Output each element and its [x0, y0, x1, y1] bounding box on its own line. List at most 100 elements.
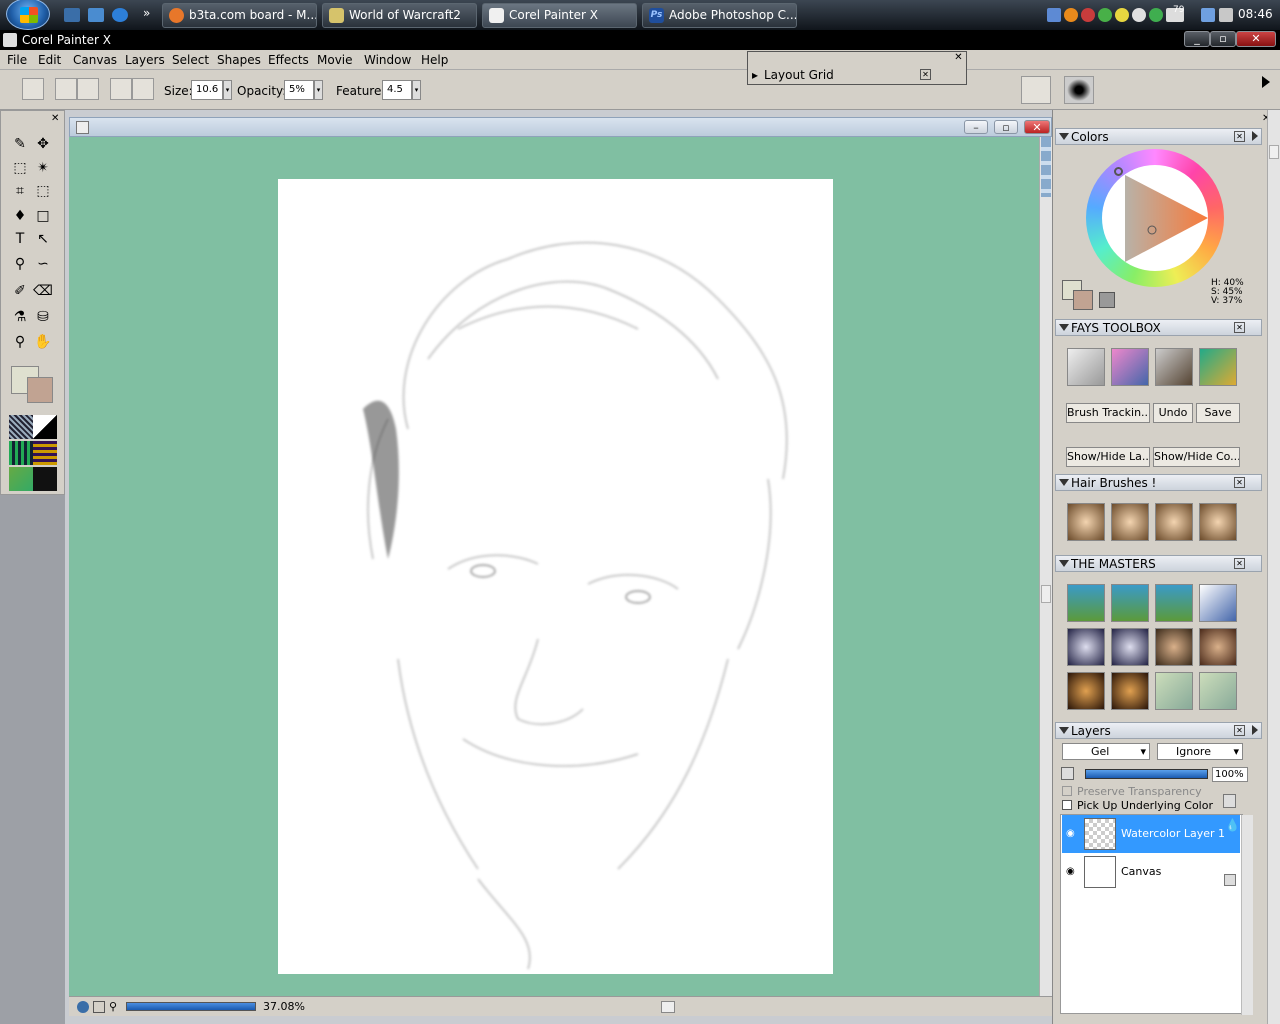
master-sketch-2-icon[interactable]: [1199, 672, 1237, 710]
menu-help[interactable]: Help: [421, 53, 448, 67]
drive-icon[interactable]: [1132, 8, 1146, 22]
start-button[interactable]: [6, 0, 50, 30]
grid-icon[interactable]: [93, 1001, 105, 1013]
stamp-icon[interactable]: [1155, 348, 1193, 386]
gradient-selector-icon[interactable]: [33, 415, 57, 439]
paint-bucket-icon[interactable]: ⛁: [33, 307, 53, 327]
task-firefox-b3ta[interactable]: b3ta.com board - M...: [162, 3, 317, 28]
magnifier-icon[interactable]: ⚲: [10, 332, 30, 352]
dropper-icon[interactable]: ⚗: [10, 307, 30, 327]
menu-select[interactable]: Select: [172, 53, 209, 67]
colors-close-icon[interactable]: ✕: [1234, 131, 1245, 142]
internet-explorer-icon[interactable]: [112, 8, 128, 22]
master-portrait-2-icon[interactable]: [1199, 628, 1237, 666]
eraser-icon[interactable]: ⌫: [33, 281, 53, 301]
magic-wand-icon[interactable]: ✴: [33, 158, 53, 178]
size-dropdown-icon[interactable]: ▾: [223, 80, 232, 100]
scissors-icon[interactable]: ⚲: [10, 254, 30, 274]
hair-brushes-close-icon[interactable]: ✕: [1234, 477, 1245, 488]
feature-field[interactable]: 4.5: [382, 80, 412, 100]
hue-marker[interactable]: [1114, 167, 1123, 176]
task-photoshop[interactable]: Ps Adobe Photoshop C...: [642, 3, 797, 28]
master-rembrandt-1-icon[interactable]: [1067, 672, 1105, 710]
wireless-icon[interactable]: [1201, 8, 1215, 22]
network-icon[interactable]: [1047, 8, 1061, 22]
text-icon[interactable]: T: [10, 229, 30, 249]
layers-menu-icon[interactable]: [1252, 725, 1258, 735]
hair-brushes-header[interactable]: Hair Brushes ! ✕: [1055, 474, 1262, 491]
update-icon[interactable]: [1098, 8, 1112, 22]
rectangle-shape-icon[interactable]: □: [33, 206, 53, 226]
zoom-icon[interactable]: ⚲: [109, 1000, 117, 1013]
menu-layers[interactable]: Layers: [125, 53, 165, 67]
composite-depth-select[interactable]: Ignore ▾: [1157, 743, 1243, 760]
panel-additional-color-swatch[interactable]: [1073, 290, 1093, 310]
colors-menu-icon[interactable]: [1252, 131, 1258, 141]
palettes-scrollbar[interactable]: [1267, 110, 1280, 1024]
layers-scrollbar[interactable]: [1241, 815, 1253, 1015]
menu-movie[interactable]: Movie: [317, 53, 353, 67]
cloner-icon[interactable]: ✐: [10, 281, 30, 301]
save-button[interactable]: Save: [1196, 403, 1240, 423]
clone-color-icon[interactable]: [1099, 292, 1115, 308]
master-swan-1-icon[interactable]: [1067, 628, 1105, 666]
menu-canvas[interactable]: Canvas: [73, 53, 117, 67]
antivirus-icon[interactable]: [1081, 8, 1095, 22]
brush-stamp-icon[interactable]: [77, 78, 99, 100]
layer-row-watercolor[interactable]: ◉ Watercolor Layer 1: [1062, 815, 1240, 853]
layer-row-canvas[interactable]: ◉ Canvas: [1062, 853, 1240, 891]
menu-window[interactable]: Window: [364, 53, 411, 67]
menu-edit[interactable]: Edit: [38, 53, 61, 67]
fays-toolbox-close-icon[interactable]: ✕: [1234, 322, 1245, 333]
master-landscape-3-icon[interactable]: [1155, 584, 1193, 622]
switch-windows-icon[interactable]: [88, 8, 104, 22]
show-hide-colors-button[interactable]: Show/Hide Co...: [1153, 447, 1240, 467]
colors-panel-header[interactable]: Colors ✕: [1055, 128, 1262, 145]
lock-icon[interactable]: [1223, 794, 1236, 808]
feature-dropdown-icon[interactable]: ▾: [412, 80, 421, 100]
shield-icon[interactable]: [1149, 8, 1163, 22]
artist-figure-icon[interactable]: [1111, 348, 1149, 386]
master-rembrandt-2-icon[interactable]: [1111, 672, 1149, 710]
layer-adjuster-icon[interactable]: ✥: [33, 134, 53, 154]
task-corel-painter[interactable]: Corel Painter X: [482, 3, 637, 28]
pick-up-color-checkbox[interactable]: [1062, 800, 1072, 810]
masters-close-icon[interactable]: ✕: [1234, 558, 1245, 569]
hair-brush-2-icon[interactable]: [1111, 503, 1149, 541]
horizontal-scroll-thumb[interactable]: [661, 1001, 675, 1013]
brush-variant-icon[interactable]: [55, 78, 77, 100]
layer-opacity-slider[interactable]: [1085, 769, 1208, 779]
pencil-brush-icon[interactable]: [1067, 348, 1105, 386]
view-mode-icon[interactable]: [1041, 137, 1051, 197]
toolbox-close-icon[interactable]: ✕: [51, 113, 59, 124]
document-scroll-thumb[interactable]: [1041, 585, 1051, 603]
brush-selector-icon[interactable]: [1021, 76, 1051, 104]
straight-line-icon[interactable]: [132, 78, 154, 100]
fire-icon[interactable]: [1064, 8, 1078, 22]
show-desktop-icon[interactable]: [64, 8, 80, 22]
size-field[interactable]: 10.6: [191, 80, 223, 100]
expand-arrow-icon[interactable]: [1262, 76, 1276, 88]
lasso-icon[interactable]: ∽: [33, 254, 53, 274]
shape-selection-icon[interactable]: ↖: [33, 229, 53, 249]
layers-panel-header[interactable]: Layers ✕: [1055, 722, 1262, 739]
additional-color-swatch[interactable]: [27, 377, 53, 403]
weaving-selector-icon[interactable]: [33, 441, 57, 465]
brush-tracking-button[interactable]: Brush Trackin...: [1066, 403, 1150, 423]
hair-brush-4-icon[interactable]: [1199, 503, 1237, 541]
grabber-hand-icon[interactable]: ✋: [33, 332, 53, 352]
zoom-slider[interactable]: [126, 1002, 256, 1011]
brush-tool-icon[interactable]: [22, 78, 44, 100]
maximize-button[interactable]: ▫: [1210, 31, 1236, 47]
rect-select-icon[interactable]: ⬚: [10, 158, 30, 178]
look-selector-icon[interactable]: [33, 467, 57, 491]
palettes-scroll-thumb[interactable]: [1269, 145, 1279, 159]
quicklaunch-overflow-icon[interactable]: »: [143, 6, 150, 20]
preserve-transparency-checkbox[interactable]: [1062, 786, 1072, 796]
layout-grid-expand-icon[interactable]: ▸: [752, 68, 758, 82]
navigator-icon[interactable]: [77, 1001, 89, 1013]
crop-icon[interactable]: ⌗: [10, 181, 30, 201]
clock[interactable]: 08:46: [1238, 7, 1273, 21]
fays-toolbox-header[interactable]: FAYS TOOLBOX ✕: [1055, 319, 1262, 336]
drawing-canvas[interactable]: [278, 179, 833, 974]
